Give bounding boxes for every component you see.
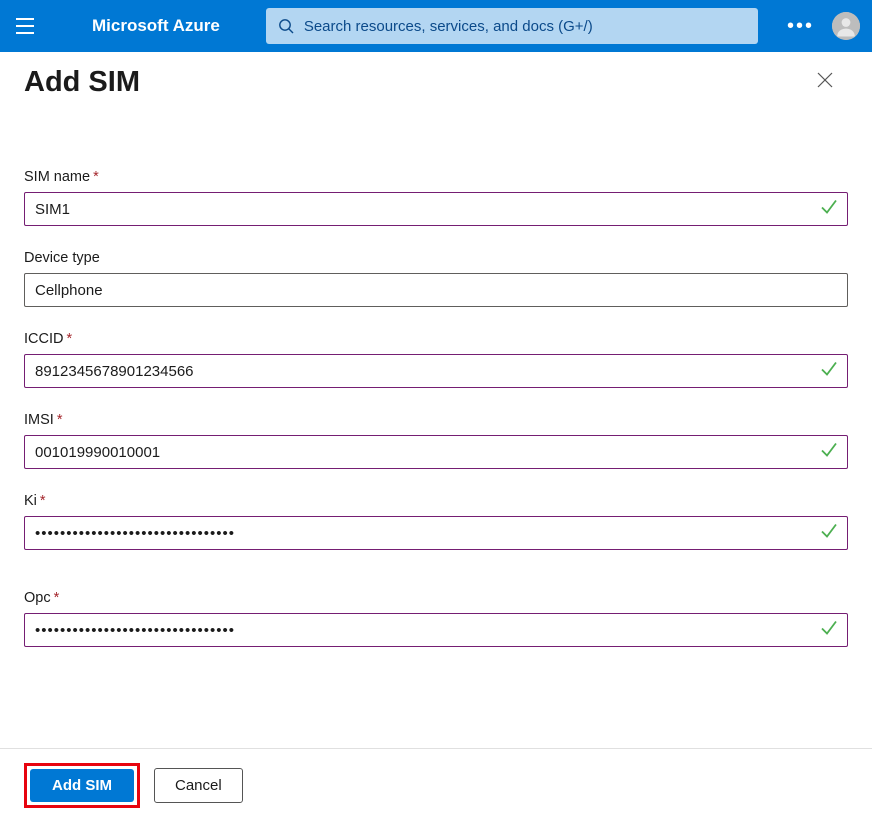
menu-icon[interactable] — [12, 12, 40, 40]
search-input[interactable] — [304, 18, 746, 35]
sim-name-label: SIM name* — [24, 169, 848, 185]
cancel-button[interactable]: Cancel — [154, 768, 243, 803]
search-box[interactable] — [266, 8, 758, 44]
device-type-input[interactable] — [24, 273, 848, 307]
iccid-label: ICCID* — [24, 331, 848, 347]
top-bar: Microsoft Azure ••• — [0, 0, 872, 52]
footer-bar: Add SIM Cancel — [0, 748, 872, 822]
user-avatar[interactable] — [832, 12, 860, 40]
search-icon — [278, 18, 294, 34]
imsi-input[interactable] — [24, 435, 848, 469]
imsi-label: IMSI* — [24, 412, 848, 428]
content-area: Add SIM SIM name* Device type ICCID* IMS… — [0, 52, 872, 647]
ki-label: Ki* — [24, 493, 848, 509]
ki-input[interactable] — [24, 516, 848, 550]
more-icon[interactable]: ••• — [787, 15, 814, 38]
opc-input[interactable] — [24, 613, 848, 647]
device-type-label: Device type — [24, 250, 848, 266]
person-icon — [832, 12, 860, 40]
iccid-input[interactable] — [24, 354, 848, 388]
primary-highlight-box: Add SIM — [24, 763, 140, 808]
close-button[interactable] — [812, 67, 838, 98]
page-title: Add SIM — [24, 66, 140, 99]
close-icon — [816, 71, 834, 89]
sim-name-input[interactable] — [24, 192, 848, 226]
brand-logo[interactable]: Microsoft Azure — [92, 16, 220, 36]
add-sim-button[interactable]: Add SIM — [30, 769, 134, 802]
opc-label: Opc* — [24, 590, 848, 606]
